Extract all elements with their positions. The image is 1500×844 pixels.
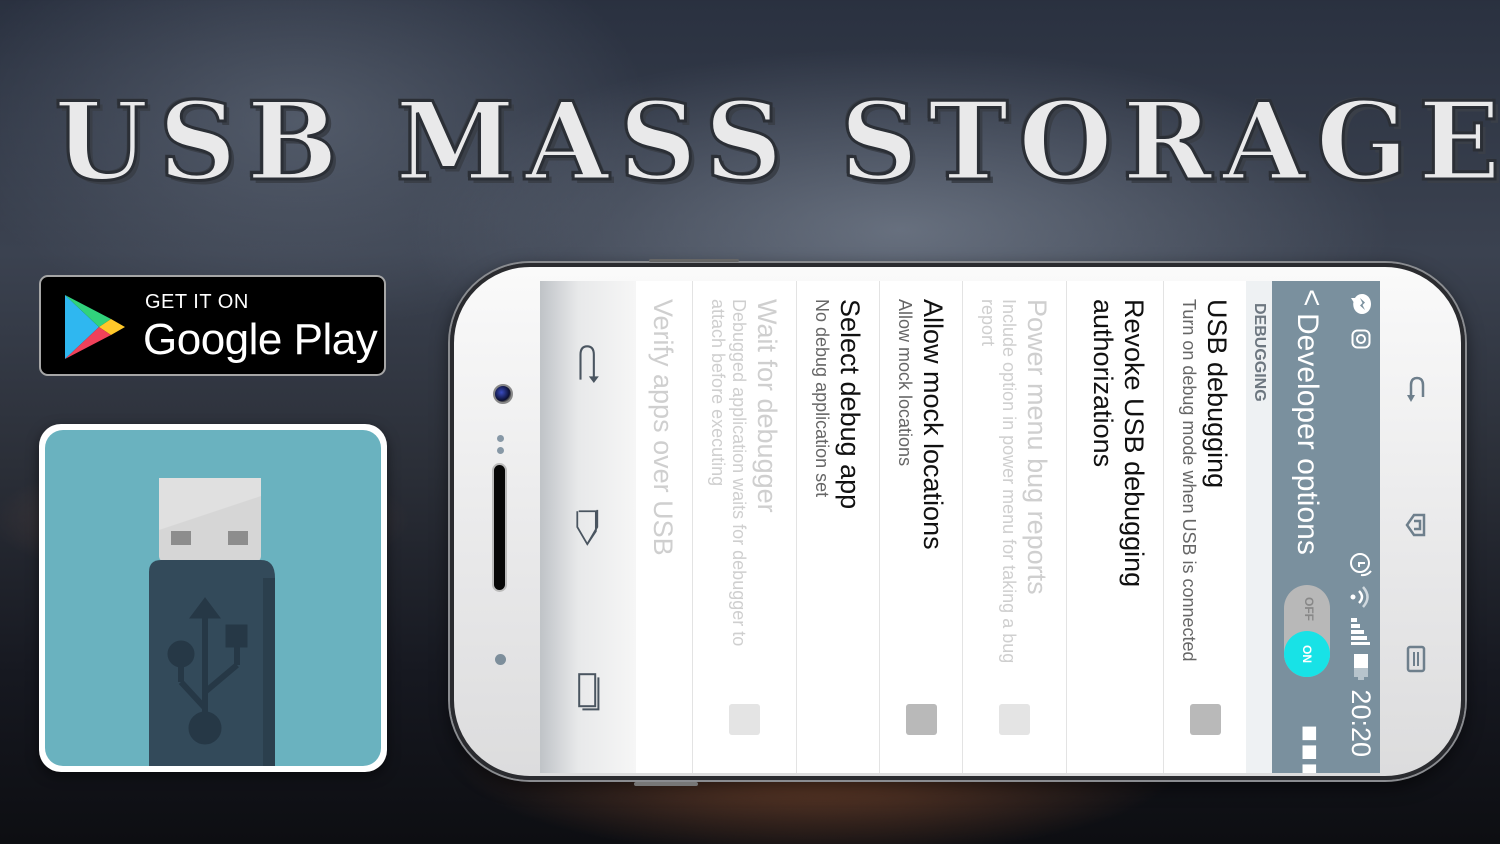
hw-home-button[interactable] xyxy=(1404,511,1428,539)
hw-back-icon xyxy=(1407,376,1425,402)
navigation-bar xyxy=(540,281,636,773)
wifi-icon xyxy=(1350,586,1369,609)
hw-home-icon xyxy=(1405,513,1426,537)
nav-back-button[interactable] xyxy=(568,343,608,383)
setting-title: USB debugging xyxy=(1202,299,1232,489)
developer-options-toggle[interactable]: OFF ON xyxy=(1284,585,1330,677)
banner-title: USB MASS STORAGE xyxy=(53,78,1500,207)
badge-small-text: GET IT ON xyxy=(145,291,249,313)
microphone-dot xyxy=(495,654,506,665)
recents-icon xyxy=(578,673,600,711)
setting-wait-for-debugger[interactable]: Wait for debugger Debugged application w… xyxy=(692,281,796,773)
usb-drive-icon xyxy=(149,478,275,766)
app-icon xyxy=(39,424,387,772)
hw-menu-icon xyxy=(1406,645,1426,673)
setting-title: Wait for debugger xyxy=(752,299,782,513)
signal-icon xyxy=(1351,618,1370,646)
back-button[interactable]: < xyxy=(1294,289,1328,307)
setting-title: Verify apps over USB xyxy=(648,299,678,556)
battery-icon xyxy=(1354,654,1368,681)
setting-title: Allow mock locations xyxy=(918,299,948,550)
app-bar: < Developer options OFF ON ■■■ xyxy=(1272,281,1342,773)
sensor-dot xyxy=(497,447,504,454)
nav-recents-button[interactable] xyxy=(568,671,608,711)
back-icon xyxy=(579,345,599,383)
setting-subtitle: Debugged application waits for debugger … xyxy=(708,299,749,647)
setting-title: Select debug app xyxy=(835,299,865,510)
phone-screen: 20:20 < Developer options OFF ON ■■■ DEB… xyxy=(540,281,1380,773)
sensor-dot xyxy=(497,435,504,442)
setting-power-menu-bug-reports[interactable]: Power menu bug reports Include option in… xyxy=(962,281,1066,773)
nav-home-button[interactable] xyxy=(568,507,608,547)
instagram-icon xyxy=(1351,329,1371,349)
allow-mock-locations-checkbox[interactable] xyxy=(906,704,937,735)
google-play-badge[interactable]: GET IT ON Google Play xyxy=(39,275,386,376)
toggle-on-knob: ON xyxy=(1284,631,1330,677)
badge-big-text: Google Play xyxy=(143,315,378,364)
setting-title: Power menu bug reports xyxy=(1022,299,1052,595)
earpiece-speaker xyxy=(494,465,505,590)
phone-mockup: 20:20 < Developer options OFF ON ■■■ DEB… xyxy=(450,259,1465,786)
setting-usb-debugging[interactable]: USB debugging Turn on debug mode when US… xyxy=(1163,281,1246,773)
home-icon xyxy=(576,509,599,546)
setting-title: Revoke USB debugging authorizations xyxy=(1088,299,1149,588)
power-menu-bug-reports-checkbox[interactable] xyxy=(999,704,1031,735)
hw-menu-button[interactable] xyxy=(1404,645,1428,673)
page-title: Developer options xyxy=(1291,313,1324,555)
setting-subtitle: Turn on debug mode when USB is connected xyxy=(1179,299,1199,662)
setting-subtitle: Allow mock locations xyxy=(895,299,915,467)
setting-subtitle: Include option in power menu for taking … xyxy=(978,299,1019,664)
messenger-icon xyxy=(1351,294,1371,314)
setting-select-debug-app[interactable]: Select debug app No debug application se… xyxy=(796,281,879,773)
setting-allow-mock-locations[interactable]: Allow mock locations Allow mock location… xyxy=(879,281,962,773)
setting-verify-apps-over-usb[interactable]: Verify apps over USB xyxy=(632,281,692,773)
usb-debugging-checkbox[interactable] xyxy=(1190,704,1221,735)
front-camera xyxy=(493,384,513,404)
settings-list: USB debugging Turn on debug mode when US… xyxy=(632,281,1246,773)
setting-revoke-usb-auth[interactable]: Revoke USB debugging authorizations xyxy=(1066,281,1163,773)
toggle-off-label: OFF xyxy=(1302,597,1316,621)
section-header: DEBUGGING xyxy=(1246,281,1272,773)
wait-for-debugger-checkbox[interactable] xyxy=(729,704,761,735)
more-icon[interactable]: ■■■ xyxy=(1295,725,1326,773)
hw-back-button[interactable] xyxy=(1404,375,1428,403)
alarm-icon xyxy=(1350,553,1372,577)
status-time: 20:20 xyxy=(1346,689,1377,757)
google-play-icon xyxy=(65,295,125,359)
status-bar: 20:20 xyxy=(1342,281,1380,773)
setting-subtitle: No debug application set xyxy=(812,299,832,498)
